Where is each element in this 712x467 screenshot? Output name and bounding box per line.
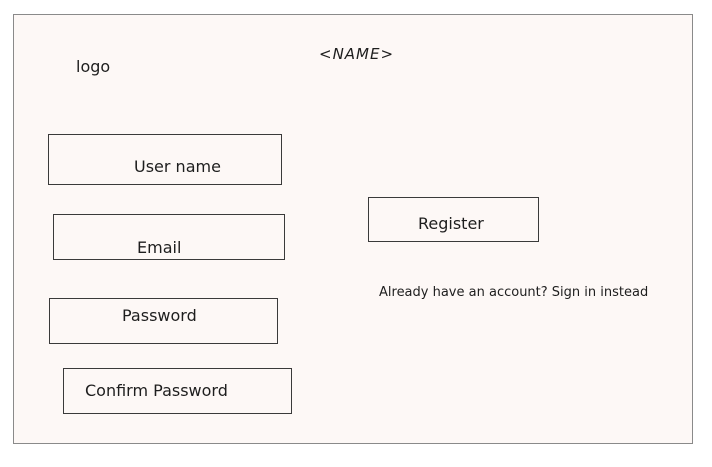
password-placeholder: Password: [122, 306, 197, 325]
email-field[interactable]: Email: [53, 214, 285, 260]
confirm-password-field[interactable]: Confirm Password: [63, 368, 292, 414]
username-placeholder: User name: [134, 157, 221, 176]
register-button[interactable]: Register: [368, 197, 539, 242]
logo: logo: [76, 57, 111, 76]
username-field[interactable]: User name: [48, 134, 282, 185]
app-name: <NAME>: [319, 45, 395, 63]
sign-in-link[interactable]: Already have an account? Sign in instead: [379, 285, 648, 300]
register-screen: logo <NAME> User name Email Password Con…: [13, 14, 693, 444]
register-button-label: Register: [418, 214, 484, 233]
password-field[interactable]: Password: [49, 298, 278, 344]
email-placeholder: Email: [137, 238, 182, 257]
confirm-password-placeholder: Confirm Password: [85, 381, 228, 400]
